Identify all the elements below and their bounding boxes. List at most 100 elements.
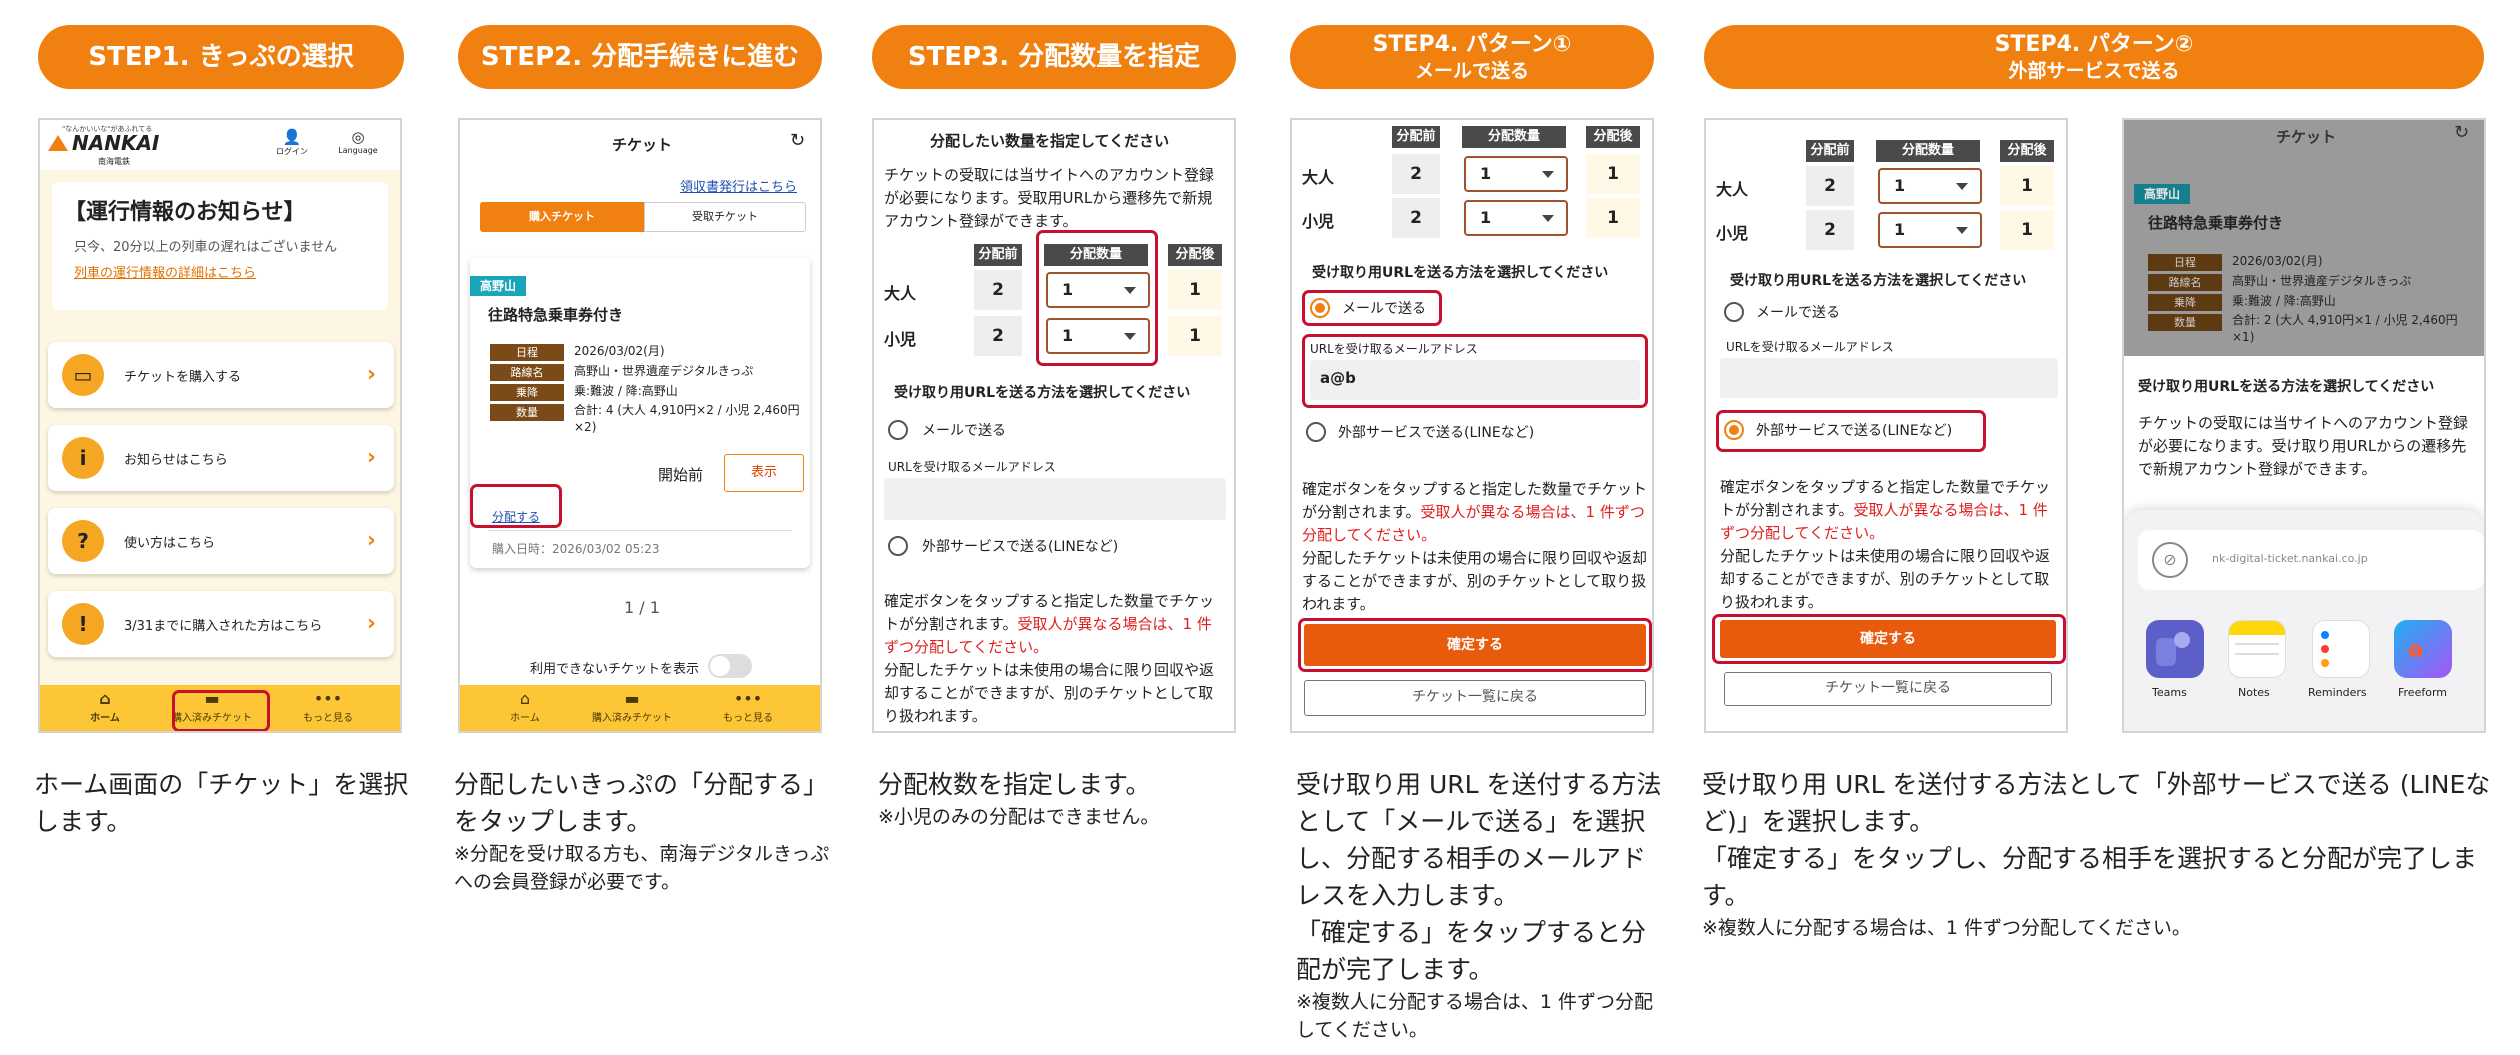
ticket-date: 2026/03/02(月) [574, 344, 665, 358]
nankai-logo: NANKAI [72, 131, 160, 155]
highlight-frame [172, 690, 270, 731]
freeform-icon[interactable]: ɷ [2394, 620, 2452, 678]
highlight-frame [470, 484, 562, 528]
nav-more[interactable]: ••• もっと見る [298, 689, 358, 724]
adult-after: 1 [1586, 154, 1640, 194]
child-qty-select[interactable]: 1 [1464, 200, 1568, 236]
confirm-button[interactable]: 確定する [1304, 624, 1646, 666]
row-child: 小児 [1716, 224, 1749, 243]
page-title: チケット [612, 136, 673, 154]
label-route: 路線名 [490, 364, 564, 381]
col-before: 分配前 [1392, 126, 1440, 148]
step3-description: 分配枚数を指定します。 ※小児のみの分配はできません。 [878, 770, 1160, 828]
external-radio[interactable] [1724, 420, 1744, 440]
ticket-board: 乗:難波 / 降:高野山 [2232, 294, 2336, 308]
chevron-right-icon: › [366, 611, 376, 636]
send-external-screen: 分配前 分配数量 分配後 大人 2 1 1 小児 2 1 1 受け取り用URLを… [1704, 118, 2068, 733]
login-button[interactable]: 👤 ログイン [272, 128, 312, 157]
row-adult: 大人 [1716, 180, 1749, 199]
email-radio[interactable] [1724, 302, 1744, 322]
ticket-name: 往路特急乗車券付き [2148, 214, 2284, 232]
back-to-list-button[interactable]: チケット一覧に戻る [1724, 672, 2052, 706]
email-field[interactable]: a@b [1310, 360, 1640, 400]
nav-purchased-tickets[interactable]: ▬ 購入済みチケット [586, 689, 678, 724]
external-radio[interactable] [888, 536, 908, 556]
step3-header: STEP3. 分配数量を指定 [872, 25, 1236, 89]
menu-news[interactable]: i お知らせはこちら › [48, 425, 394, 491]
tab-received[interactable]: 受取チケット [644, 202, 806, 232]
email-field[interactable] [884, 478, 1226, 520]
teams-icon[interactable] [2146, 620, 2204, 678]
method-heading: 受け取り用URLを送る方法を選択してください [1312, 265, 1609, 281]
label-date: 日程 [2148, 254, 2222, 271]
notice-body: 只今、20分以上の列車の遅れはございません [74, 240, 338, 255]
notice-link[interactable]: 列車の運行情報の詳細はこちら [74, 262, 256, 281]
pagination: 1 / 1 [624, 598, 660, 617]
menu-buy-ticket[interactable]: ▭ チケットを購入する › [48, 342, 394, 408]
confirm-button[interactable]: 確定する [1720, 620, 2056, 658]
external-radio[interactable] [1306, 422, 1326, 442]
ticket-status: 開始前 [658, 466, 704, 484]
language-button[interactable]: ◎ Language [332, 128, 384, 155]
user-icon: 👤 [282, 128, 302, 146]
row-child: 小児 [1302, 212, 1335, 231]
method-heading: 受け取り用URLを送る方法を選択してください [894, 385, 1191, 401]
child-before: 2 [1392, 198, 1440, 238]
page-title: チケット [2276, 128, 2337, 146]
adult-after: 1 [2000, 166, 2054, 206]
divider [488, 530, 792, 531]
nav-more[interactable]: ••• もっと見る [718, 689, 778, 724]
menu-before-331[interactable]: ! 3/31までに購入された方はこちら › [48, 591, 394, 657]
confirm-note: 確定ボタンをタップすると指定した数量でチケットが分割されます。受取人が異なる場合… [1720, 478, 2051, 611]
back-to-list-button[interactable]: チケット一覧に戻る [1304, 680, 1646, 716]
adult-qty-select[interactable]: 1 [1878, 168, 1982, 204]
email-field[interactable] [1720, 358, 2058, 398]
nav-home[interactable]: ⌂ ホーム [80, 689, 130, 724]
home-icon: ⌂ [99, 689, 111, 708]
refresh-icon[interactable]: ↻ [790, 130, 805, 151]
child-qty-select[interactable]: 1 [1878, 212, 1982, 248]
refresh-icon[interactable]: ↻ [2454, 122, 2469, 143]
purchase-time: 購入日時：2026/03/02 05:23 [492, 542, 660, 556]
info-bubble-icon: i [62, 437, 104, 479]
menu-how-to[interactable]: ? 使い方はこちら › [48, 508, 394, 574]
app-label-notes: Notes [2238, 686, 2270, 699]
qty-heading: 分配したい数量を指定してください [930, 132, 1170, 150]
col-qty: 分配数量 [1462, 126, 1566, 148]
step4-pattern1-header: STEP4. パターン① メールで送る [1290, 25, 1654, 89]
col-before: 分配前 [974, 244, 1022, 266]
label-qty: 数量 [2148, 314, 2222, 331]
chevron-right-icon: › [366, 445, 376, 470]
email-radio[interactable] [1310, 298, 1330, 318]
unavailable-toggle[interactable] [708, 654, 752, 678]
adult-before: 2 [1806, 166, 1854, 206]
email-field-label: URLを受け取るメールアドレス [1726, 340, 1894, 354]
email-radio[interactable] [888, 420, 908, 440]
share-url: nk-digital-ticket.nankai.co.jp [2212, 552, 2368, 565]
email-radio-label: メールで送る [1342, 301, 1426, 317]
label-qty: 数量 [490, 404, 564, 421]
reminders-icon[interactable] [2312, 620, 2370, 678]
tab-bought[interactable]: 購入チケット [480, 202, 644, 232]
nankai-logo-icon [48, 135, 68, 151]
step2-header: STEP2. 分配手続きに進む [458, 25, 822, 89]
receipt-link[interactable]: 領収書発行はこちら [680, 176, 797, 195]
show-button[interactable]: 表示 [724, 454, 804, 492]
email-field-label: URLを受け取るメールアドレス [888, 460, 1056, 474]
safari-compass-icon: ⊘ [2152, 542, 2188, 578]
method-heading: 受け取り用URLを送る方法を選択してください [1730, 273, 2027, 289]
col-after: 分配後 [2000, 140, 2054, 162]
confirm-note: 確定ボタンをタップすると指定した数量でチケットが分割されます。受取人が異なる場合… [884, 592, 1215, 725]
nav-home[interactable]: ⌂ ホーム [500, 689, 550, 724]
ticket-board: 乗:難波 / 降:高野山 [574, 384, 678, 398]
share-sheet-screen: チケット ↻ 高野山 往路特急乗車券付き 日程 2026/03/02(月) 路線… [2122, 118, 2486, 733]
notes-icon[interactable] [2228, 620, 2286, 678]
ticket-route: 高野山・世界遺産デジタルきっぷ [574, 364, 754, 378]
more-icon: ••• [733, 689, 763, 708]
adult-qty-select[interactable]: 1 [1464, 156, 1568, 192]
unavailable-toggle-label: 利用できないチケットを表示 [530, 662, 700, 677]
chevron-right-icon: › [366, 362, 376, 387]
qty-intro: チケットの受取には当サイトへのアカウント登録が必要になります。受取用URLから遷… [884, 166, 1215, 230]
ticket-icon: ▭ [62, 354, 104, 396]
area-tag: 高野山 [470, 276, 527, 296]
